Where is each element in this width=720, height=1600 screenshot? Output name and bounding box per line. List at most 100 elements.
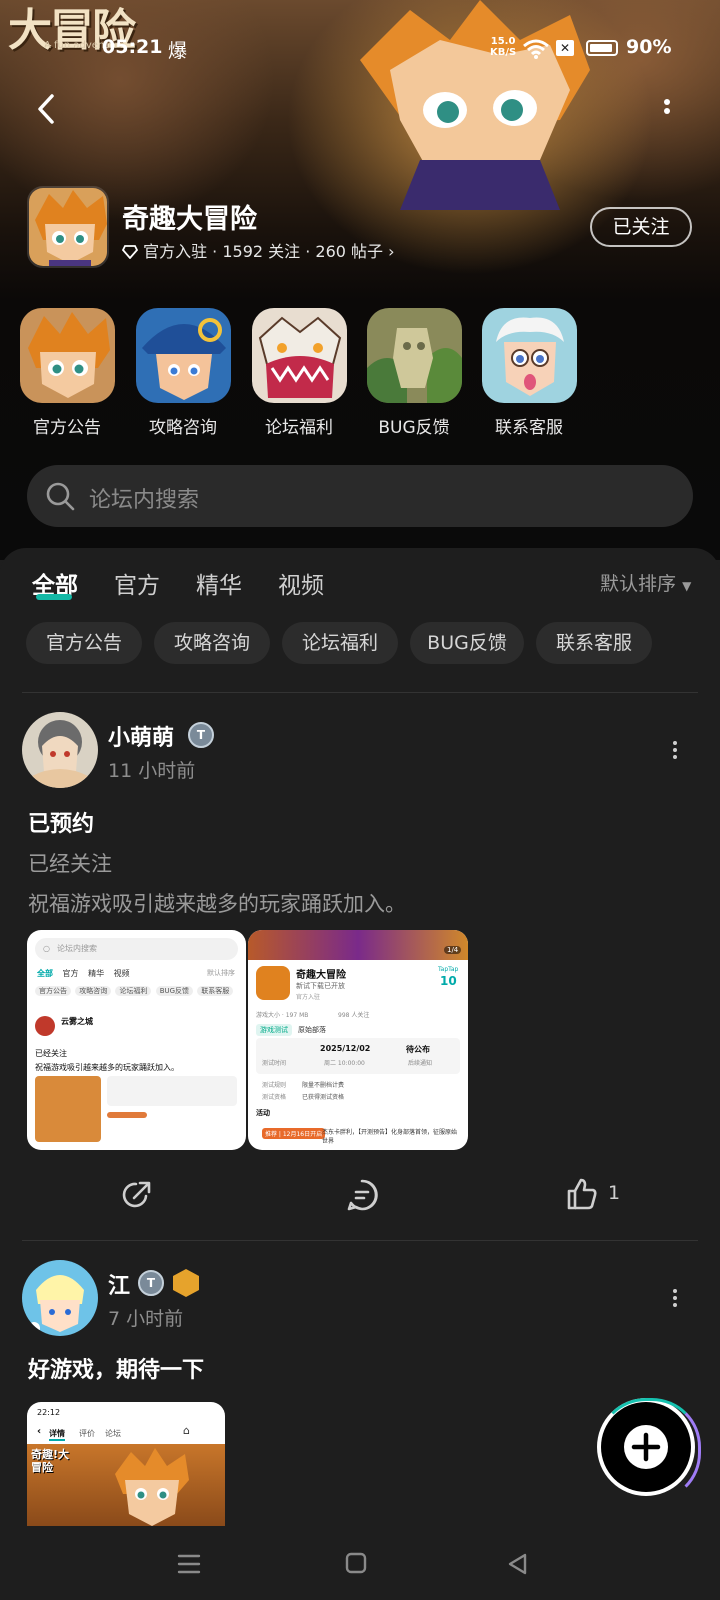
more-options-icon[interactable] xyxy=(660,96,674,126)
caret-down-icon: ▼ xyxy=(682,579,692,593)
like-icon[interactable] xyxy=(565,1177,599,1211)
status-time: 05:21 xyxy=(102,36,163,58)
post-time: 11 小时前 xyxy=(108,760,196,782)
post-more-icon[interactable] xyxy=(671,1286,679,1314)
post-title[interactable]: 已预约 xyxy=(28,806,94,838)
thumb-sort: 默认排序 xyxy=(207,969,235,977)
post-title[interactable]: 好游戏，期待一下 xyxy=(28,1352,204,1384)
comment-icon[interactable] xyxy=(345,1178,379,1212)
back-button-icon[interactable] xyxy=(506,1552,528,1576)
thumb-pending: 待公布 xyxy=(406,1045,430,1054)
thumb-logo: 奇趣!大冒险 xyxy=(31,1448,70,1474)
avatar[interactable] xyxy=(22,1260,98,1336)
shortcut-benefits[interactable]: 论坛福利 xyxy=(244,308,354,438)
thumb-rule-key: 测试规则 xyxy=(262,1082,287,1089)
thumb-search-text: 论坛内搜索 xyxy=(57,944,97,953)
thumb-search-bar: ○ 论坛内搜索 xyxy=(35,938,238,960)
thumb-pending-label: 后续通知 xyxy=(408,1060,433,1067)
thumb-chips: 官方公告 攻略咨询 论坛福利 BUG反馈 联系客服 xyxy=(35,986,234,996)
post-text-line: 祝福游戏吸引越来越多的玩家踊跃加入。 xyxy=(28,892,406,916)
thumb-time: 22:12 xyxy=(37,1408,61,1417)
thumb-rank-brand: TapTap xyxy=(438,966,459,973)
thumb-date-label: 测试时间 xyxy=(262,1060,287,1067)
game-meta[interactable]: 官方入驻 · 1592 关注 · 260 帖子 › xyxy=(122,238,395,262)
chip-announcement[interactable]: 官方公告 xyxy=(26,622,142,664)
chip-guide[interactable]: 攻略咨询 xyxy=(154,622,270,664)
status-notification-icon: 爆 xyxy=(168,40,188,62)
thumb-tab: 论坛 xyxy=(105,1429,121,1438)
shortcut-announcement[interactable]: 官方公告 xyxy=(12,308,122,438)
menu-icon[interactable] xyxy=(177,1552,201,1576)
shortcut-bug-report[interactable]: BUG反馈 xyxy=(359,308,469,438)
thumb-character-art xyxy=(115,1448,189,1526)
shortcut-guide[interactable]: 攻略咨询 xyxy=(128,308,238,438)
thumb-tab: 精华 xyxy=(88,969,105,978)
thumb-text: 祝福游戏吸引越来越多的玩家踊跃加入。 xyxy=(35,1063,179,1072)
thumb-username: 云雾之城 xyxy=(61,1017,93,1026)
post-image[interactable]: 22:12 ‹ 详情 评价 论坛 ⌂ 奇趣!大冒险 xyxy=(27,1402,225,1526)
net-speed-unit: KB/S xyxy=(490,47,517,58)
post-image[interactable]: 1/4 奇趣大冒险 新试下载已开放 官方入驻 TapTap 10 游戏大小 · … xyxy=(248,930,468,1150)
back-icon: ‹ xyxy=(37,1426,42,1437)
thumb-game-title: 奇趣大冒险 xyxy=(296,970,346,981)
game-meta-text: 官方入驻 · 1592 关注 · 260 帖子 xyxy=(143,242,384,261)
status-bar: 05:21 爆 15.0 KB/S ✕ 90% xyxy=(0,34,720,66)
shortcut-label: 攻略咨询 xyxy=(149,418,217,438)
thumb-banner: 奇趣!大冒险 xyxy=(27,1444,225,1526)
thumb-tab: 全部 xyxy=(37,969,53,978)
chip-bug-report[interactable]: BUG反馈 xyxy=(410,622,524,664)
thumb-chip: BUG反馈 xyxy=(155,986,194,996)
hero-character-art xyxy=(360,0,590,210)
shortcut-label: 论坛福利 xyxy=(265,418,333,438)
thumb-rule-key: 测试资格 xyxy=(262,1094,287,1101)
thumb-image xyxy=(35,1076,101,1142)
home-button-icon[interactable] xyxy=(345,1552,367,1574)
verified-badge-icon: T xyxy=(138,1270,164,1296)
tab-video[interactable]: 视频 xyxy=(278,566,324,600)
sort-dropdown[interactable]: 默认排序 ▼ xyxy=(600,569,691,596)
follow-button[interactable]: 已关注 xyxy=(590,207,692,247)
post-text-line: 已经关注 xyxy=(28,852,112,876)
tab-featured[interactable]: 精华 xyxy=(196,566,242,600)
search-bar[interactable]: 论坛内搜索 xyxy=(27,465,693,527)
shortcut-customer-service[interactable]: 联系客服 xyxy=(474,308,584,438)
create-post-button[interactable] xyxy=(597,1398,701,1502)
thumb-game-subtitle: 新试下载已开放 xyxy=(296,982,345,990)
divider xyxy=(22,692,698,693)
like-count: 1 xyxy=(608,1182,621,1204)
thumb-tab: 评价 xyxy=(79,1429,95,1438)
bug-report-icon xyxy=(366,308,462,403)
chip-customer-service[interactable]: 联系客服 xyxy=(536,622,652,664)
thumb-rule-value: 已获得测试资格 xyxy=(302,1094,345,1101)
sim-off-icon: ✕ xyxy=(556,40,574,56)
system-nav-bar xyxy=(0,1530,720,1600)
shortcut-label: 官方公告 xyxy=(33,418,101,438)
thumb-card xyxy=(107,1076,237,1106)
share-icon[interactable] xyxy=(120,1178,154,1212)
chip-benefits[interactable]: 论坛福利 xyxy=(282,622,398,664)
home-icon: ⌂ xyxy=(183,1424,190,1437)
post-time: 7 小时前 xyxy=(108,1308,184,1330)
verified-badge-icon: T xyxy=(188,722,214,748)
net-speed-value: 15.0 xyxy=(490,36,516,47)
thumb-chip: 联系客服 xyxy=(197,986,234,996)
post-username[interactable]: 小萌萌 xyxy=(108,720,174,752)
post-image[interactable]: ○ 论坛内搜索 全部 官方 精华 视频 默认排序 官方公告 攻略咨询 论坛福利 … xyxy=(27,930,246,1150)
back-arrow-icon[interactable] xyxy=(30,92,64,126)
thumb-counter: 1/4 xyxy=(444,946,462,954)
post-more-icon[interactable] xyxy=(671,738,679,766)
thumb-game-icon xyxy=(256,966,290,1000)
post-username[interactable]: 江 xyxy=(108,1268,130,1300)
shortcut-label: BUG反馈 xyxy=(378,418,450,438)
game-icon[interactable] xyxy=(27,186,109,268)
avatar[interactable] xyxy=(22,712,98,788)
customer-service-icon xyxy=(481,308,577,403)
thumb-official: 官方入驻 xyxy=(296,994,321,1001)
thumb-activity: 活动 xyxy=(256,1109,270,1117)
search-icon xyxy=(46,482,75,511)
tab-official[interactable]: 官方 xyxy=(114,566,160,600)
thumb-avatar xyxy=(35,1016,55,1036)
benefits-icon xyxy=(251,308,347,403)
battery-icon xyxy=(586,40,618,56)
thumb-promo-tag: 推荐 | 12月16日开启 xyxy=(262,1128,326,1139)
